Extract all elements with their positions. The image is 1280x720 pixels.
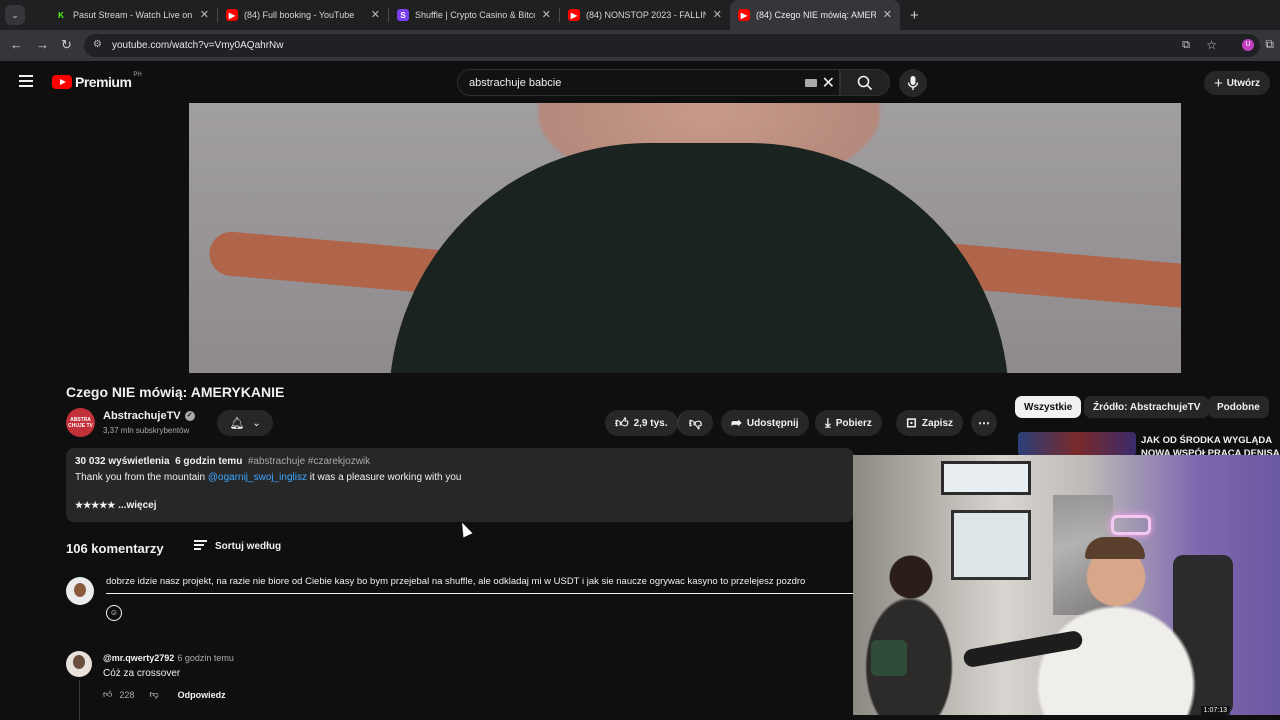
tab-search-icon[interactable]: ⌄ xyxy=(5,5,25,25)
cam-window xyxy=(951,510,1031,580)
forward-icon[interactable]: → xyxy=(36,37,49,52)
chip-all[interactable]: Wszystkie xyxy=(1015,396,1082,418)
close-tab-icon[interactable]: ✕ xyxy=(200,8,209,21)
chevron-down-icon: ⌄ xyxy=(252,417,261,429)
browser-tab-strip: ⌄ K Pasut Stream - Watch Live on K ✕ ▶ (… xyxy=(0,0,1280,30)
channel-name[interactable]: AbstrachujeTV ✓ xyxy=(103,410,195,422)
more-actions-button[interactable]: ⋯ xyxy=(971,410,997,436)
cam-timestamp: 1:07:13 xyxy=(1200,706,1230,715)
hashtags[interactable]: #abstrachuje #czarekjozwik xyxy=(248,456,370,467)
comment-like-count: 228 xyxy=(119,689,135,700)
emoji-picker-icon[interactable]: ☺ xyxy=(106,605,122,621)
bookmark-star-icon[interactable]: ☆ xyxy=(1206,38,1217,52)
kick-icon: K xyxy=(58,10,64,20)
close-tab-icon[interactable]: ✕ xyxy=(713,8,722,21)
comment-actions: 👍︎ 228 👎︎ Odpowiedz xyxy=(103,689,226,700)
thumbs-down-icon: 👎︎ xyxy=(688,415,703,430)
download-button[interactable]: ⤓ Pobierz xyxy=(815,410,882,436)
mouse-cursor xyxy=(457,520,473,538)
browser-tab[interactable]: K Pasut Stream - Watch Live on K ✕ xyxy=(47,0,217,30)
subscribed-bell-button[interactable]: 🔔︎ ⌄ xyxy=(217,410,273,436)
youtube-icon: ▶ xyxy=(568,9,580,21)
plus-icon: + xyxy=(1213,74,1223,92)
browser-tab[interactable]: S Shuffle | Crypto Casino & Bitco ✕ xyxy=(389,0,559,30)
share-icon: ➦ xyxy=(731,415,742,430)
show-more-link[interactable]: ...więcej xyxy=(118,500,156,511)
video-description[interactable]: 30 032 wyświetlenia 6 godzin temu #abstr… xyxy=(66,448,854,522)
menu-icon[interactable] xyxy=(19,75,33,87)
voice-search-button[interactable] xyxy=(899,69,927,97)
webcam-overlay: 1:07:13 xyxy=(853,455,1280,715)
browser-tab-active[interactable]: ▶ (84) Czego NIE mówią: AMERYK ✕ xyxy=(730,0,900,30)
extension-badge-icon[interactable]: U xyxy=(1242,39,1254,51)
youtube-icon: ▶ xyxy=(738,9,750,21)
search-icon xyxy=(857,75,873,90)
dislike-button[interactable]: 👎︎ xyxy=(677,410,713,436)
verified-icon: ✓ xyxy=(184,411,195,422)
address-bar[interactable]: ⚙ youtube.com/watch?v=Vmy0AQahrNw ⧉ ☆ U xyxy=(84,34,1260,57)
youtube-logo[interactable]: Premium PH xyxy=(52,72,142,90)
cam-neon-sign xyxy=(1111,515,1151,535)
reload-icon[interactable]: ↻ xyxy=(61,37,72,53)
save-playlist-icon: ⊡ xyxy=(906,415,917,430)
sort-comments-button[interactable]: Sortuj według xyxy=(194,540,281,552)
clear-search-icon[interactable]: ✕ xyxy=(822,73,835,93)
shuffle-icon: S xyxy=(397,9,409,21)
search-value: abstrachuje babcie xyxy=(469,76,562,89)
cam-mug xyxy=(871,640,907,676)
search-input[interactable]: abstrachuje babcie ✕ xyxy=(457,69,840,96)
comment-author[interactable]: @mr.qwerty2792 6 godzin temu xyxy=(103,653,234,663)
browser-toolbar: ← → ↻ ⚙ youtube.com/watch?v=Vmy0AQahrNw … xyxy=(0,30,1280,61)
site-info-icon[interactable]: ⚙ xyxy=(93,39,102,50)
video-player[interactable] xyxy=(189,103,1181,373)
chip-source[interactable]: Źródło: AbstrachujeTV xyxy=(1084,396,1210,418)
browser-tab[interactable]: ▶ (84) NONSTOP 2023 - FALLING ✕ xyxy=(560,0,730,30)
youtube-header: Premium PH abstrachuje babcie ✕ + Utwórz xyxy=(0,62,1280,103)
video-frame-person xyxy=(389,143,1009,373)
close-tab-icon[interactable]: ✕ xyxy=(883,8,892,21)
thread-line xyxy=(79,680,80,720)
extensions-icon[interactable]: ⧉ xyxy=(1265,37,1274,52)
user-avatar xyxy=(66,577,94,605)
url-text: youtube.com/watch?v=Vmy0AQahrNw xyxy=(112,40,284,51)
cam-person-left xyxy=(861,547,957,715)
thumbs-down-icon[interactable]: 👎︎ xyxy=(149,689,158,700)
channel-avatar[interactable]: ABSTRA CHUJE TV xyxy=(66,408,95,437)
chip-related[interactable]: Podobne xyxy=(1208,396,1269,418)
comment-author-avatar[interactable] xyxy=(66,651,92,677)
youtube-play-icon xyxy=(52,75,72,89)
save-button[interactable]: ⊡ Zapisz xyxy=(896,410,964,436)
install-icon[interactable]: ⧉ xyxy=(1182,39,1190,52)
microphone-icon xyxy=(907,76,919,90)
close-tab-icon[interactable]: ✕ xyxy=(371,8,380,21)
cam-window xyxy=(941,461,1031,495)
thumbs-up-icon[interactable]: 👍︎ xyxy=(103,689,112,700)
keyboard-icon[interactable] xyxy=(805,79,817,87)
download-icon: ⤓ xyxy=(825,415,831,430)
recommended-thumbnail[interactable] xyxy=(1018,432,1136,456)
comment-text: Cóż za crossover xyxy=(103,668,181,679)
cam-person-right xyxy=(1028,535,1198,715)
cam-hair xyxy=(1085,537,1145,559)
back-icon[interactable]: ← xyxy=(10,37,23,52)
share-button[interactable]: ➦ Udostępnij xyxy=(721,410,809,436)
close-tab-icon[interactable]: ✕ xyxy=(542,8,551,21)
mention-link[interactable]: @ogarnij_swoj_inglisz xyxy=(208,472,307,483)
youtube-icon: ▶ xyxy=(226,9,238,21)
subscriber-count: 3,37 mln subskrybentów xyxy=(103,426,190,435)
sort-icon xyxy=(194,540,207,552)
video-title: Czego NIE mówią: AMERYKANIE xyxy=(66,384,285,400)
like-button[interactable]: 👍︎ 2,9 tys. xyxy=(605,410,678,436)
bell-icon: 🔔︎ xyxy=(229,416,245,430)
stars-text: ★★★★★ xyxy=(75,500,116,510)
create-button[interactable]: + Utwórz xyxy=(1204,71,1270,95)
search-button[interactable] xyxy=(840,69,890,96)
thumbs-up-icon: 👍︎ xyxy=(615,415,629,430)
comment-count: 106 komentarzy xyxy=(66,541,164,556)
more-icon: ⋯ xyxy=(978,416,990,430)
reply-button[interactable]: Odpowiedz xyxy=(178,690,226,700)
comment-input[interactable]: dobrze idzie nasz projekt, na razie nie … xyxy=(106,576,854,594)
new-tab-icon[interactable]: + xyxy=(910,7,919,24)
browser-tab[interactable]: ▶ (84) Full booking - YouTube ✕ xyxy=(218,0,388,30)
